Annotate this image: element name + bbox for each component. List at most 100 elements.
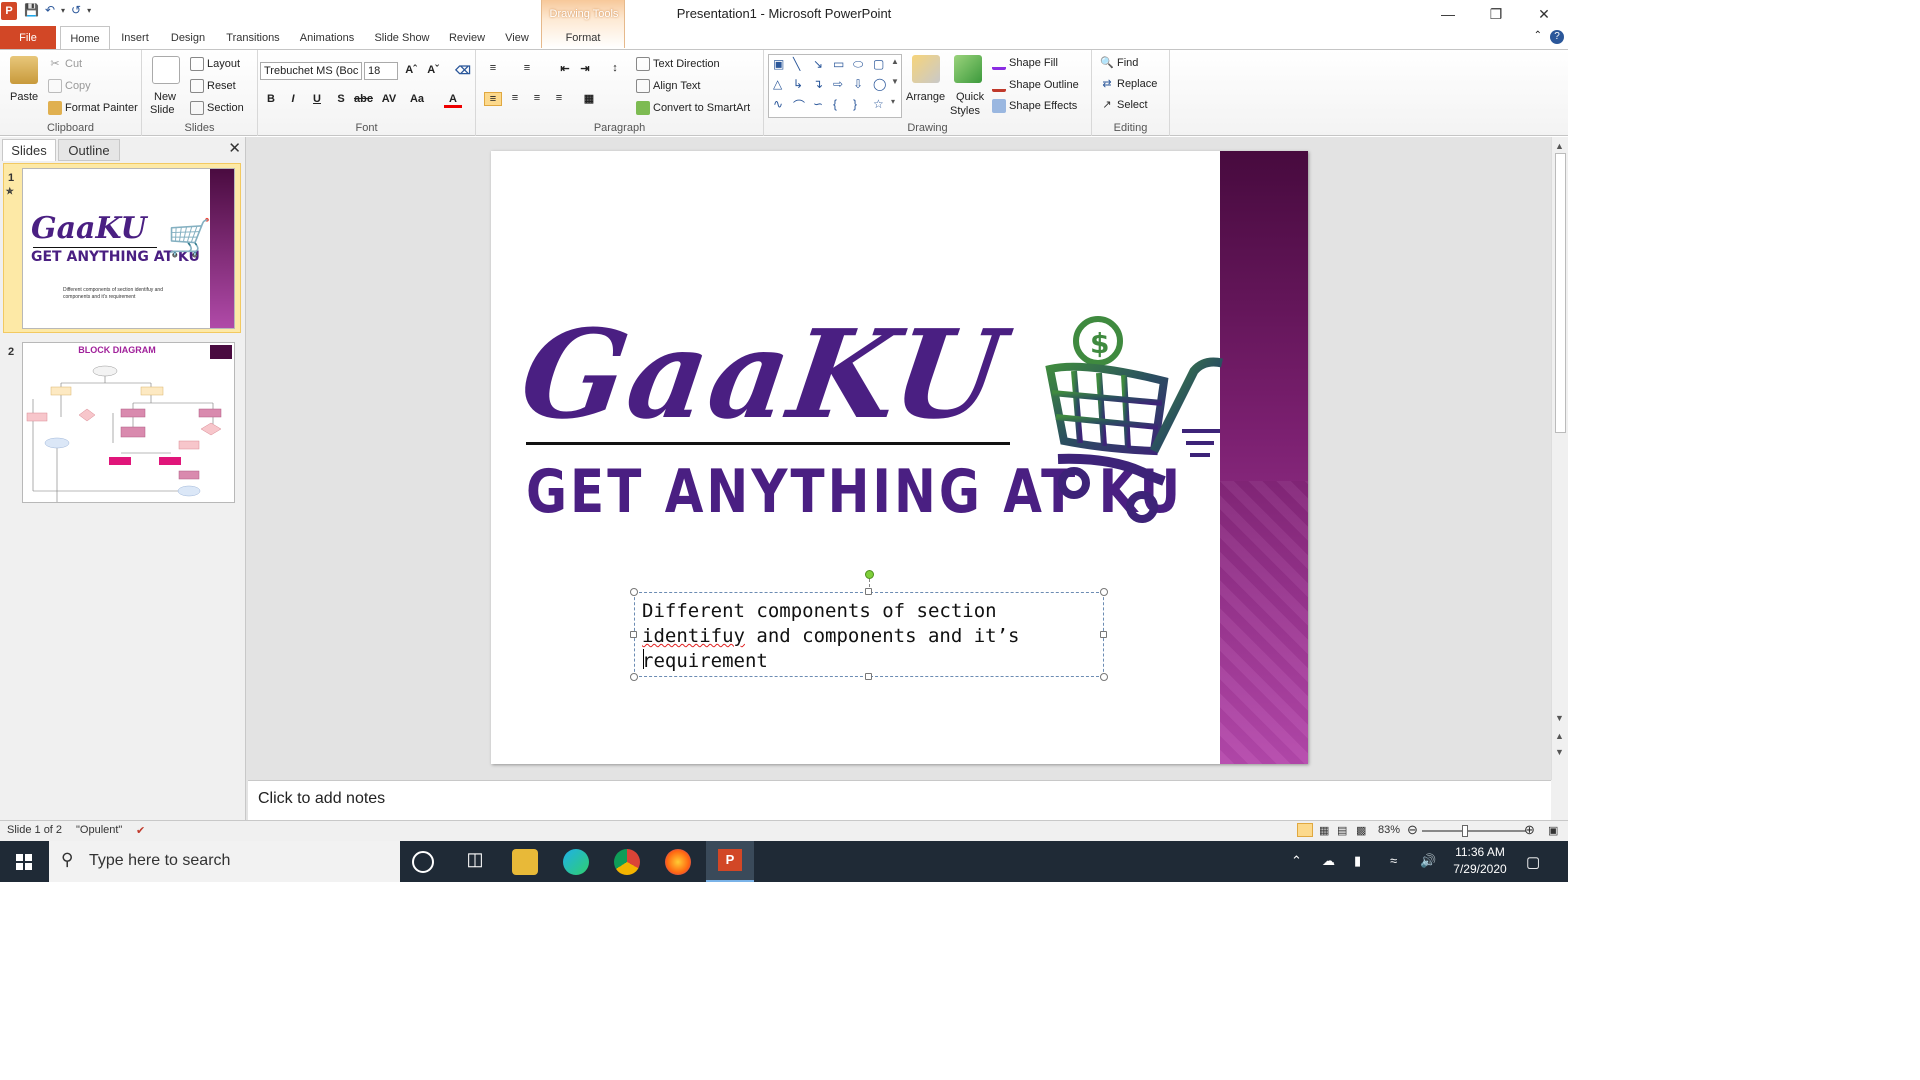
- font-color-icon[interactable]: A: [444, 93, 462, 108]
- elbow-arrow-icon[interactable]: ↴: [813, 77, 823, 91]
- windows-start-button[interactable]: [0, 841, 48, 882]
- resize-handle-top[interactable]: [865, 588, 872, 595]
- elbow-connector-icon[interactable]: ↳: [793, 77, 803, 91]
- line-shape-icon[interactable]: ╲: [793, 57, 800, 71]
- arrange-icon[interactable]: [912, 55, 940, 83]
- arrange-button[interactable]: Arrange: [906, 91, 945, 103]
- down-arrow-shape-icon[interactable]: ⇩: [853, 77, 863, 91]
- zoom-slider[interactable]: [1422, 830, 1526, 832]
- show-hidden-icons[interactable]: ⌃: [1291, 853, 1302, 869]
- clear-formatting-icon[interactable]: ⌫: [454, 64, 472, 77]
- edge-browser-icon[interactable]: [563, 849, 589, 875]
- shape-fill-button[interactable]: Shape Fill: [992, 56, 1058, 70]
- left-brace-shape-icon[interactable]: {: [833, 97, 837, 111]
- gallery-down-icon[interactable]: ▼: [891, 77, 899, 86]
- line-spacing-icon[interactable]: ↕: [606, 62, 624, 74]
- slideshow-view-icon[interactable]: ▩: [1356, 824, 1366, 837]
- resize-handle-bottom-left[interactable]: [630, 673, 638, 681]
- tab-design[interactable]: Design: [164, 26, 212, 50]
- align-center-icon[interactable]: ≡: [506, 92, 524, 104]
- close-button[interactable]: ✕: [1520, 0, 1568, 28]
- shapes-gallery[interactable]: ▣ ╲ ↘ ▭ ⬭ ▢ △ ↳ ↴ ⇨ ⇩ ◯ ∿ ⌒ ∽ { } ☆ ▲ ▼ …: [768, 54, 902, 118]
- volume-icon[interactable]: 🔊: [1420, 853, 1436, 869]
- grow-font-icon[interactable]: Aˆ: [402, 64, 420, 76]
- gallery-up-icon[interactable]: ▲: [891, 57, 899, 66]
- character-spacing-icon[interactable]: AV: [380, 93, 398, 105]
- fit-to-window-icon[interactable]: ▣: [1548, 824, 1558, 837]
- arrow-line-shape-icon[interactable]: ↘: [813, 57, 823, 71]
- shape-outline-button[interactable]: Shape Outline: [992, 78, 1079, 92]
- right-arrow-shape-icon[interactable]: ⇨: [833, 77, 843, 91]
- gallery-more-icon[interactable]: ▾: [891, 97, 895, 106]
- notes-placeholder[interactable]: Click to add notes: [258, 790, 385, 808]
- spell-check-icon[interactable]: ✔: [136, 824, 145, 837]
- minimize-ribbon-icon[interactable]: ⌃: [1534, 30, 1542, 44]
- justify-icon[interactable]: ≡: [550, 92, 568, 104]
- align-right-icon[interactable]: ≡: [528, 92, 546, 104]
- oval-shape-icon[interactable]: ⬭: [853, 57, 863, 72]
- slide-canvas[interactable]: GaaKU GET ANYTHING AT KU $ Different com…: [491, 151, 1308, 764]
- increase-indent-icon[interactable]: ⇥: [576, 62, 594, 75]
- notifications-icon[interactable]: ▢: [1526, 853, 1540, 871]
- rectangle-shape-icon[interactable]: ▭: [833, 57, 844, 71]
- rounded-rect-shape-icon[interactable]: ▢: [873, 57, 884, 71]
- slide-sorter-icon[interactable]: ▦: [1319, 824, 1329, 837]
- slide-thumbnail-1[interactable]: GaaKU GET ANYTHING AT KU 🛒 Different com…: [22, 168, 235, 329]
- format-painter-button[interactable]: Format Painter: [48, 101, 138, 115]
- chrome-browser-icon[interactable]: [614, 849, 640, 875]
- taskbar-clock[interactable]: 11:36 AM 7/29/2020: [1440, 844, 1520, 878]
- restore-button[interactable]: ❐: [1472, 0, 1520, 28]
- previous-slide-icon[interactable]: ▲: [1555, 731, 1564, 741]
- theme-name-status[interactable]: "Opulent": [76, 824, 122, 836]
- right-brace-shape-icon[interactable]: }: [853, 97, 857, 111]
- bold-icon[interactable]: B: [262, 93, 280, 105]
- convert-smartart-button[interactable]: Convert to SmartArt: [636, 101, 750, 115]
- reading-view-icon[interactable]: ▤: [1337, 824, 1347, 837]
- scribble-shape-icon[interactable]: ∿: [773, 97, 783, 111]
- italic-icon[interactable]: I: [284, 93, 302, 105]
- tab-slide-show[interactable]: Slide Show: [368, 26, 436, 50]
- copy-button[interactable]: Copy: [48, 79, 91, 93]
- curve-shape-icon[interactable]: ∽: [813, 97, 823, 111]
- replace-button[interactable]: ⇄ Replace: [1100, 77, 1157, 91]
- redo-icon[interactable]: ↺: [71, 3, 81, 17]
- vertical-scrollbar[interactable]: ▲ ▼ ▲ ▼: [1551, 137, 1568, 780]
- cut-button[interactable]: ✂ Cut: [48, 57, 82, 71]
- notes-pane[interactable]: Click to add notes: [248, 780, 1551, 820]
- tab-format[interactable]: Format: [556, 26, 610, 50]
- file-explorer-icon[interactable]: [512, 849, 538, 875]
- change-case-icon[interactable]: Aa: [408, 93, 426, 105]
- undo-icon[interactable]: ↶: [45, 3, 55, 17]
- subtitle-text[interactable]: Different components of section identifu…: [642, 599, 1098, 674]
- freeform-shape-icon[interactable]: ◯: [873, 77, 886, 91]
- new-slide-label-2[interactable]: Slide: [150, 104, 174, 116]
- align-left-icon[interactable]: ≡: [484, 92, 502, 106]
- notes-scrollbar[interactable]: [1551, 780, 1568, 820]
- wifi-icon[interactable]: ≈: [1390, 853, 1397, 868]
- section-button[interactable]: Section: [190, 101, 244, 115]
- scroll-up-icon[interactable]: ▲: [1555, 141, 1564, 151]
- battery-icon[interactable]: ▮: [1354, 853, 1361, 869]
- quick-styles-label-1[interactable]: Quick: [956, 91, 984, 103]
- rotation-handle[interactable]: [865, 570, 874, 579]
- zoom-level[interactable]: 83%: [1378, 824, 1400, 836]
- tab-slides-pane[interactable]: Slides: [2, 139, 56, 161]
- font-size-select[interactable]: 18: [364, 62, 398, 80]
- font-family-select[interactable]: Trebuchet MS (Boc: [260, 62, 362, 80]
- quick-styles-label-2[interactable]: Styles: [950, 105, 980, 117]
- underline-icon[interactable]: U: [308, 93, 326, 105]
- find-button[interactable]: 🔍 Find: [1100, 56, 1138, 70]
- tab-file[interactable]: File: [0, 26, 56, 50]
- align-text-button[interactable]: Align Text: [636, 79, 701, 93]
- normal-view-icon[interactable]: [1297, 823, 1313, 837]
- shape-effects-button[interactable]: Shape Effects: [992, 99, 1077, 113]
- resize-handle-top-left[interactable]: [630, 588, 638, 596]
- paste-button[interactable]: Paste: [10, 91, 38, 103]
- zoom-slider-thumb[interactable]: [1462, 825, 1468, 837]
- resize-handle-top-right[interactable]: [1100, 588, 1108, 596]
- save-icon[interactable]: 💾: [24, 3, 39, 17]
- resize-handle-bottom-right[interactable]: [1100, 673, 1108, 681]
- powerpoint-app-icon[interactable]: P: [1, 2, 17, 20]
- paste-icon[interactable]: [10, 56, 38, 84]
- select-button[interactable]: ↗ Select: [1100, 98, 1147, 112]
